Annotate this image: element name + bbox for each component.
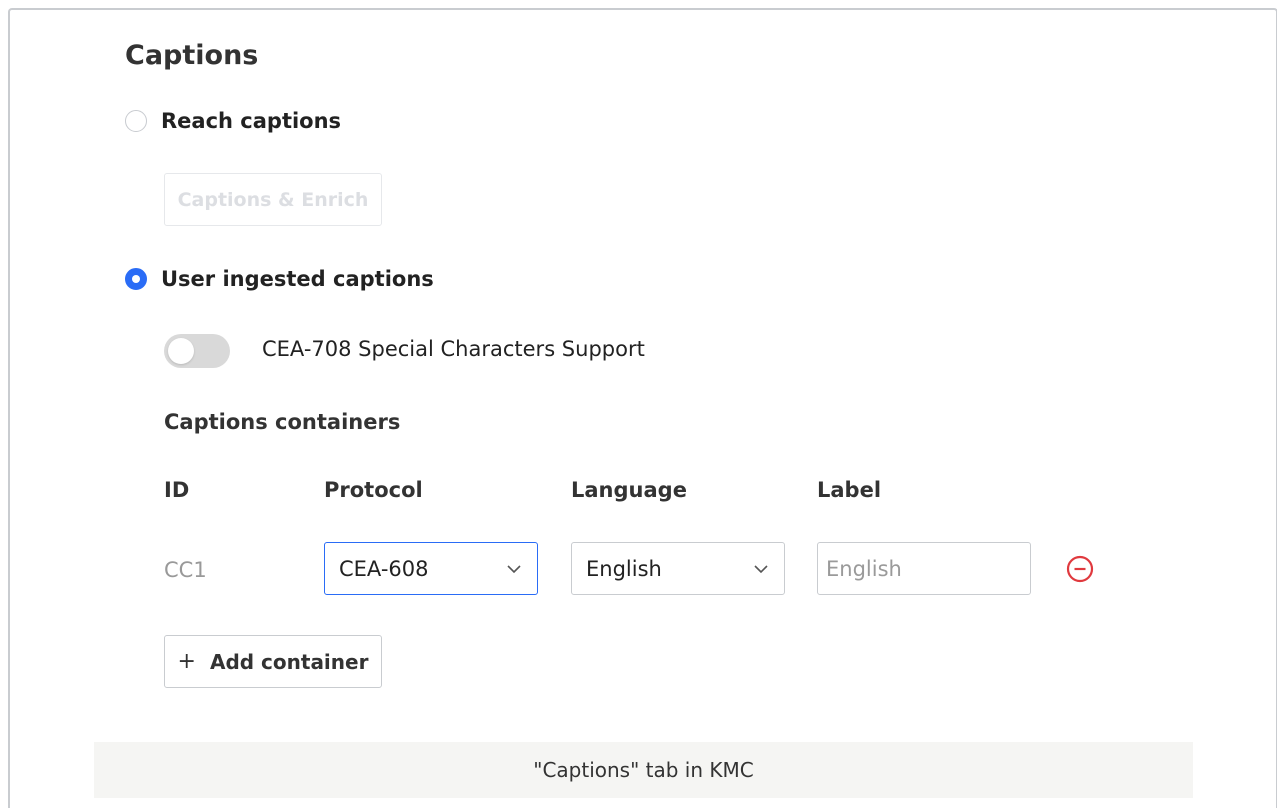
language-select-value: English [586,556,662,581]
section-title: Captions [125,40,259,71]
chevron-down-icon [754,565,768,574]
container-id: CC1 [164,558,207,582]
protocol-select[interactable]: CEA-608 [324,542,538,595]
captions-containers-title: Captions containers [164,410,401,434]
column-header-label: Label [817,478,882,502]
add-container-button[interactable]: + Add container [164,635,382,688]
figure-caption-text: "Captions" tab in KMC [533,758,754,782]
language-select[interactable]: English [571,542,785,595]
captions-enrich-button[interactable]: Captions & Enrich [164,173,382,226]
reach-captions-option[interactable]: Reach captions [125,109,341,133]
add-container-label: Add container [209,649,369,674]
minus-circle-icon[interactable] [1065,554,1095,584]
plus-icon: + [177,649,196,674]
protocol-select-value: CEA-608 [339,556,429,581]
toggle-knob [168,338,194,364]
user-ingested-captions-option[interactable]: User ingested captions [125,267,434,291]
column-header-id: ID [164,478,190,502]
label-input[interactable]: English [817,542,1031,595]
column-header-protocol: Protocol [324,478,423,502]
user-ingested-captions-label: User ingested captions [161,267,434,291]
cea708-toggle[interactable] [164,334,230,368]
label-input-placeholder: English [826,556,902,581]
cea708-toggle-label: CEA-708 Special Characters Support [262,337,645,361]
reach-captions-label: Reach captions [161,109,342,133]
chevron-down-icon [507,565,521,574]
column-header-language: Language [571,478,687,502]
reach-captions-radio[interactable] [125,110,147,132]
figure-caption: "Captions" tab in KMC [94,742,1193,798]
user-ingested-captions-radio[interactable] [125,268,147,290]
